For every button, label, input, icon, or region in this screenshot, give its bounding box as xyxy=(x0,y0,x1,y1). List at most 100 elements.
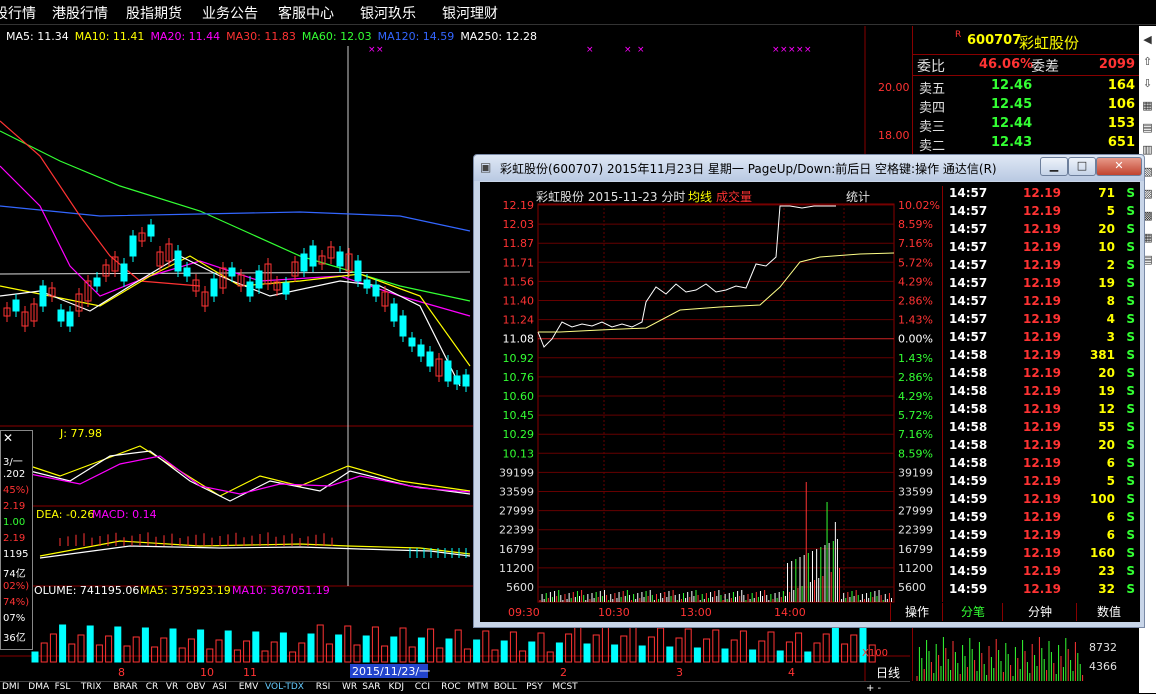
maximize-button[interactable]: □ xyxy=(1068,157,1096,176)
ma-legend-item: MA60: 12.03 xyxy=(301,30,372,43)
window-titlebar[interactable]: ▣ 彩虹股份(600707) 2015年11月23日 星期一 PageUp/Do… xyxy=(474,155,1144,181)
macd-dea-label: DEA: -0.26 xyxy=(36,508,94,521)
intraday-panel[interactable]: 12.19 12.03 11.87 11.71 11.56 11.40 11.24 11.08… xyxy=(480,182,1140,622)
tick-side: S xyxy=(1126,366,1135,380)
left-info-box: ✕ 3/一 .202 45%) 2.19 1.00 2.19 1195 74亿 02%) 74%)… xyxy=(0,430,33,650)
left-info-value: 2.19 xyxy=(3,501,26,512)
daily-label[interactable]: 日线 xyxy=(876,664,900,681)
intraday-right-axis-label: 11200 xyxy=(898,562,933,575)
indicator-tab[interactable]: FSL xyxy=(55,682,71,692)
menu-item-4[interactable]: 客服中心 xyxy=(278,3,334,23)
tick-side: S xyxy=(1126,186,1135,200)
intraday-right-axis-label: 7.16% xyxy=(898,428,933,441)
tick-price: 12.19 xyxy=(1023,402,1061,416)
menu-item-5[interactable]: 银河玖乐 xyxy=(360,3,416,23)
indicator-tab[interactable]: CCI xyxy=(415,682,430,692)
tick-price: 12.19 xyxy=(1023,294,1061,308)
close-button[interactable]: ✕ xyxy=(1096,157,1142,176)
ask-volume: 651 xyxy=(1107,135,1135,150)
macd-value-label: MACD: 0.14 xyxy=(92,508,157,521)
tick-volume: 23 xyxy=(1098,564,1115,578)
tick-side: S xyxy=(1126,456,1135,470)
minimize-button[interactable]: ▁ xyxy=(1040,157,1068,176)
tick-row: 14:57 12.19 71 S xyxy=(943,186,1143,204)
tick-time: 14:57 xyxy=(949,222,988,236)
tick-row: 14:58 12.19 6 S xyxy=(943,456,1143,474)
indicator-tab[interactable]: VR xyxy=(166,682,178,692)
tick-price: 12.19 xyxy=(1023,582,1061,596)
intraday-right-axis-label: 5.72% xyxy=(898,409,933,422)
grid-icon[interactable]: ▤ xyxy=(1140,120,1155,136)
menu-item-3[interactable]: 业务公告 xyxy=(202,3,258,23)
indicator-tab[interactable]: PSY xyxy=(526,682,543,692)
ma-legend-item: MA10: 11.41 xyxy=(74,30,145,43)
tick-time: 14:58 xyxy=(949,402,988,416)
tick-price: 12.19 xyxy=(1023,204,1061,218)
indicator-tab[interactable]: VOL-TDX xyxy=(265,682,304,692)
tick-price: 12.19 xyxy=(1023,420,1061,434)
indicator-tab[interactable]: TRIX xyxy=(81,682,102,692)
tick-price: 12.19 xyxy=(1023,330,1061,344)
indicator-tab[interactable]: BOLL xyxy=(494,682,517,692)
x-axis-label: 10 xyxy=(200,666,214,679)
menu-item-6[interactable]: 银河理财 xyxy=(442,3,498,23)
indicator-tab[interactable]: RSI xyxy=(316,682,331,692)
ma-legend-item: MA20: 11.44 xyxy=(150,30,221,43)
chevron-left-icon[interactable]: ◀ xyxy=(1140,32,1155,48)
close-icon[interactable]: ✕ xyxy=(3,431,13,445)
tick-price: 12.19 xyxy=(1023,366,1061,380)
ask-label: 卖五 xyxy=(919,82,946,97)
indicator-tab[interactable]: ROC xyxy=(441,682,461,692)
indicator-tab[interactable]: EMV xyxy=(239,682,259,692)
indicator-tab[interactable]: OBV xyxy=(186,682,205,692)
stock-name: 彩虹股份 xyxy=(1019,34,1080,52)
signal-marker: × xyxy=(772,45,780,55)
tick-side: S xyxy=(1126,528,1135,542)
ma-legend-item: MA30: 11.83 xyxy=(226,30,296,43)
intraday-right-axis-label: 16799 xyxy=(898,543,933,556)
intraday-window[interactable]: ▣ 彩虹股份(600707) 2015年11月23日 星期一 PageUp/Do… xyxy=(473,154,1145,628)
tick-volume: 3 xyxy=(1106,330,1115,344)
indicator-tab[interactable]: DMA xyxy=(28,682,49,692)
tick-side: S xyxy=(1126,420,1135,434)
left-info-value: 1195 xyxy=(3,549,29,560)
tick-time: 14:57 xyxy=(949,258,988,272)
tick-time: 14:57 xyxy=(949,240,988,254)
menu-item-2[interactable]: 股指期货 xyxy=(126,3,182,23)
zoom-controls[interactable]: + - xyxy=(866,683,881,694)
tab-1[interactable]: 分笔 xyxy=(942,603,1003,621)
intraday-left-axis-label: 12.03 xyxy=(503,218,535,231)
left-info-value: 2.19 xyxy=(3,533,26,544)
tick-price: 12.19 xyxy=(1023,384,1061,398)
indicator-tab[interactable]: MTM xyxy=(467,682,488,692)
tab-0[interactable]: 操作 xyxy=(890,603,943,621)
indicator-tab[interactable]: KDJ xyxy=(389,682,405,692)
arrow-down-icon[interactable]: ⇩ xyxy=(1140,76,1155,92)
tongji-button[interactable]: 统计 xyxy=(846,188,870,205)
ask-volume: 153 xyxy=(1107,116,1135,131)
tab-2[interactable]: 分钟 xyxy=(1002,603,1077,621)
indicator-tab[interactable]: MCST xyxy=(552,682,577,692)
intraday-right-axis-label: 8.59% xyxy=(898,447,933,460)
indicator-tab[interactable]: BRAR xyxy=(113,682,137,692)
kdj-label: J: 77.98 xyxy=(59,427,102,440)
indicator-tab[interactable]: ASI xyxy=(212,682,227,692)
volume-ma10-label: MA10: 367051.19 xyxy=(232,584,330,597)
intraday-right-axis-label: 8.59% xyxy=(898,218,933,231)
tick-side: S xyxy=(1126,294,1135,308)
menu-item-0[interactable]: 股行情 xyxy=(0,3,36,23)
tick-list[interactable]: 14:57 12.19 71 S 14:57 12.19 5 S 14:57 12.19 20 S 14… xyxy=(942,186,1141,602)
indicator-tab[interactable]: DMI xyxy=(2,682,19,692)
indicator-tab[interactable]: WR xyxy=(342,682,357,692)
grid-icon[interactable]: ▦ xyxy=(1140,98,1155,114)
intraday-header: 彩虹股份 2015-11-23 分时 xyxy=(536,190,686,204)
tick-time: 14:59 xyxy=(949,474,988,488)
indicator-tab[interactable]: SAR xyxy=(362,682,380,692)
indicator-tab[interactable]: CR xyxy=(146,682,159,692)
arrow-up-icon[interactable]: ⇧ xyxy=(1140,54,1155,70)
tab-3[interactable]: 数值 xyxy=(1076,603,1141,621)
tick-volume: 55 xyxy=(1098,420,1115,434)
tick-price: 12.19 xyxy=(1023,564,1061,578)
menu-item-1[interactable]: 港股行情 xyxy=(52,3,108,23)
intraday-left-axis-label: 10.92 xyxy=(503,352,535,365)
